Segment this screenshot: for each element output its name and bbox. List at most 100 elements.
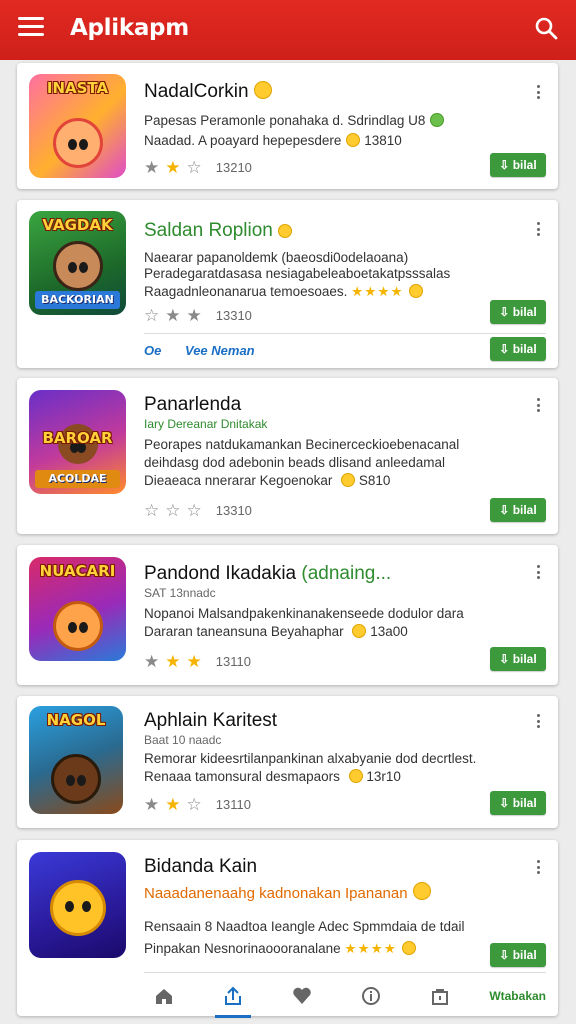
app-name: Bidanda Kain xyxy=(144,856,258,877)
app-card[interactable]: INASTA NadalCorkin Papesas Peramonle pon… xyxy=(17,63,558,189)
app-description: Dararan taneansuna Beyahaphar 13a00 xyxy=(144,624,408,639)
more-options-icon[interactable] xyxy=(532,396,544,414)
nav-text-link[interactable]: Wtabakan xyxy=(489,989,546,1003)
rating: ☆ ☆ ☆ 13310 xyxy=(144,502,252,519)
app-description: Dieaeaca nnerarar Kegoenokar S810 xyxy=(144,473,391,488)
download-icon: ⇩ xyxy=(499,796,513,810)
app-description: Papesas Peramonle ponahaka d. Sdrindlag … xyxy=(144,111,445,131)
app-subtitle: SAT 13nnadc xyxy=(144,586,216,600)
bottom-nav: Wtabakan xyxy=(144,974,546,1018)
bag-icon xyxy=(432,989,449,1005)
app-description: Rensaain 8 Naadtoa Ieangle Adec Spmmdaia… xyxy=(144,919,465,934)
more-options-icon[interactable] xyxy=(532,220,544,238)
install-button[interactable]: ⇩ bilal xyxy=(490,498,546,522)
more-options-icon[interactable] xyxy=(532,712,544,730)
app-subtitle: Iary Dereanar Dnitakak xyxy=(144,417,268,431)
smiley-icon xyxy=(401,941,416,955)
search-icon[interactable] xyxy=(534,16,558,40)
thumbnail-ribbon: BACKORIAN xyxy=(35,291,120,309)
more-options-icon[interactable] xyxy=(532,858,544,876)
app-thumbnail xyxy=(29,852,126,958)
app-description: Peradegaratdasasa nesiagabeleaboetakatps… xyxy=(144,266,451,281)
app-bar: Aplikapm xyxy=(0,0,576,60)
app-description: Renaaa tamonsural desmapaors 13r10 xyxy=(144,769,401,784)
download-icon: ⇩ xyxy=(499,342,513,356)
app-card[interactable]: BAROAR ACOLDAE Panarlenda Iary Dereanar … xyxy=(17,378,558,534)
app-subtitle: Baat 10 naadc xyxy=(144,733,222,747)
star-outline-icon: ☆ xyxy=(144,501,160,520)
install-button[interactable]: ⇩ bilal xyxy=(490,153,546,177)
smiley-icon xyxy=(352,624,367,638)
character-image xyxy=(52,118,103,168)
app-subtitle: Naaadanenaahg kadnonakan Ipananan xyxy=(144,882,431,902)
rating-text: 13110 xyxy=(215,654,251,669)
character-image xyxy=(49,880,106,936)
character-image xyxy=(51,754,101,804)
stars-icon: ★★★★ xyxy=(344,941,397,956)
app-title: Aplikapm xyxy=(70,15,189,41)
app-description: Peorapes natdukamankan Becinerceckioeben… xyxy=(144,437,460,452)
star-outline-icon: ☆ xyxy=(165,501,181,520)
app-description: deihdasg dod adebonin beads dlisand anle… xyxy=(144,455,445,470)
app-name: Pandond Ikadakia (adnaing... xyxy=(144,563,392,584)
rating: ★ ★ ☆ 13110 xyxy=(144,796,251,813)
star-icon: ★ xyxy=(165,652,181,671)
app-thumbnail: NAGOL xyxy=(29,706,123,814)
app-card[interactable]: NUACARI Pandond Ikadakia (adnaing... SAT… xyxy=(17,545,558,685)
smiley-icon xyxy=(408,284,423,298)
install-button[interactable]: ⇩ bilal xyxy=(490,647,546,671)
nav-bag[interactable] xyxy=(420,976,460,1016)
app-name: NadalCorkin xyxy=(144,81,272,103)
thumbnail-title: BAROAR xyxy=(42,429,113,447)
bulb-icon xyxy=(277,224,292,238)
download-icon: ⇩ xyxy=(499,503,513,517)
home-icon xyxy=(156,989,172,1004)
app-name: Panarlenda xyxy=(144,394,242,415)
character-image xyxy=(52,241,103,291)
smiley-icon xyxy=(253,81,272,99)
smiley-icon xyxy=(430,113,445,127)
app-name: Aphlain Karitest xyxy=(144,710,278,731)
star-icon: ★ xyxy=(186,652,202,671)
app-card[interactable]: VAGDAK BACKORIAN Saldan Roplion Naearar … xyxy=(17,200,558,368)
star-outline-icon: ☆ xyxy=(144,306,160,325)
star-icon: ★ xyxy=(186,306,202,325)
star-icon: ★ xyxy=(165,158,181,177)
download-icon: ⇩ xyxy=(499,158,513,172)
download-icon: ⇩ xyxy=(499,652,513,666)
nav-favorites[interactable] xyxy=(282,976,322,1016)
install-button-secondary[interactable]: ⇩ bilal xyxy=(490,337,546,361)
divider xyxy=(144,333,546,334)
rating-text: 13310 xyxy=(215,308,252,323)
rating-text: 13110 xyxy=(215,797,251,812)
nav-share[interactable] xyxy=(213,976,253,1018)
smiley-icon xyxy=(341,473,356,487)
star-outline-icon: ☆ xyxy=(186,158,202,177)
app-card[interactable]: Bidanda Kain Naaadanenaahg kadnonakan Ip… xyxy=(17,840,558,1018)
install-button[interactable]: ⇩ bilal xyxy=(490,791,546,815)
star-icon: ★ xyxy=(165,795,181,814)
heart-icon xyxy=(293,987,311,1004)
app-card[interactable]: NAGOL Aphlain Karitest Baat 10 naadc Rem… xyxy=(17,696,558,828)
rating: ★ ★ ★ 13110 xyxy=(144,653,251,670)
link-right[interactable]: Vee Neman xyxy=(185,343,255,358)
app-name: Saldan Roplion xyxy=(144,220,292,242)
star-icon: ★ xyxy=(165,306,181,325)
app-description: Raagadnleonanarua temoesoaes. ★★★★ xyxy=(144,282,423,302)
nav-home[interactable] xyxy=(144,976,184,1016)
install-button[interactable]: ⇩ bilal xyxy=(490,300,546,324)
nav-info[interactable] xyxy=(351,976,391,1016)
menu-icon[interactable] xyxy=(18,17,44,39)
more-options-icon[interactable] xyxy=(532,83,544,101)
install-button[interactable]: ⇩ bilal xyxy=(490,943,546,967)
app-thumbnail: INASTA xyxy=(29,74,126,178)
stars-icon: ★★★★ xyxy=(351,284,404,299)
smiley-icon xyxy=(412,882,431,900)
app-description: Nopanoi Malsandpakenkinanakenseede dodul… xyxy=(144,606,464,621)
divider xyxy=(144,972,546,973)
character-image xyxy=(52,601,103,651)
link-left[interactable]: Oe xyxy=(144,343,161,358)
thumbnail-title: NAGOL xyxy=(46,711,106,729)
app-description: Remorar kideesrtilanpankinan alxabyanie … xyxy=(144,751,477,766)
more-options-icon[interactable] xyxy=(532,563,544,581)
